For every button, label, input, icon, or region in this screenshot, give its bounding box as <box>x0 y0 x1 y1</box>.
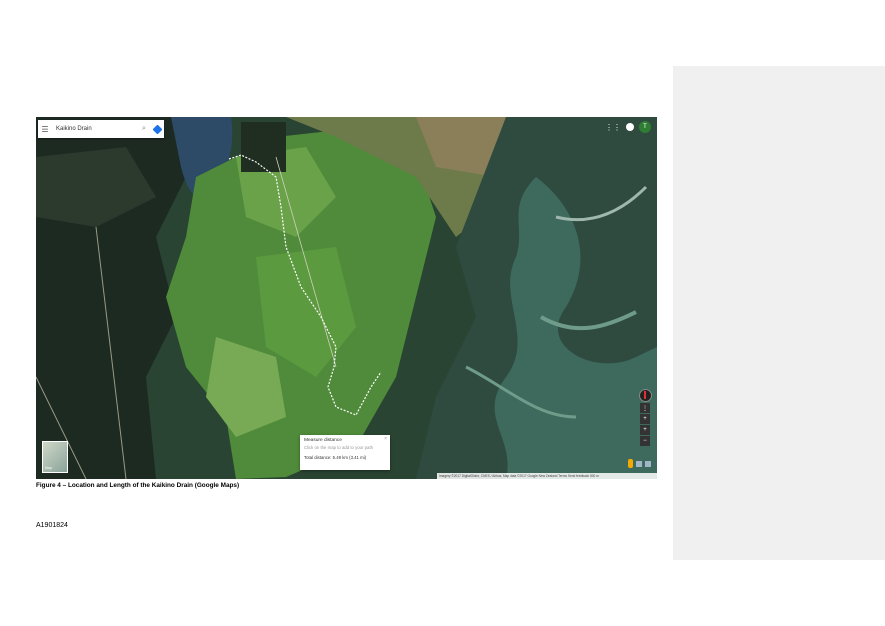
imagery-thumb-1[interactable] <box>636 460 642 467</box>
figure-caption: Figure 4 – Location and Length of the Ka… <box>36 482 240 489</box>
document-reference: A1901824 <box>36 522 68 529</box>
search-input[interactable]: Kaikino Drain <box>52 126 138 132</box>
close-icon[interactable]: × <box>384 436 387 442</box>
account-tools: ⋮⋮ T <box>605 121 651 133</box>
zoom-in-button[interactable]: + <box>640 425 650 435</box>
satellite-imagery <box>36 117 657 479</box>
notifications-icon[interactable] <box>626 123 634 131</box>
directions-button[interactable] <box>150 120 164 138</box>
map-type-toggle[interactable]: Map <box>42 441 68 473</box>
street-view-tools <box>628 459 651 468</box>
map-controls: ⋮ + + − <box>638 389 652 446</box>
measure-title: Measure distance <box>304 438 342 443</box>
avatar[interactable]: T <box>639 121 651 133</box>
menu-icon[interactable]: ☰ <box>38 125 52 134</box>
map-attribution: Imagery ©2017 DigitalGlobe, CNES / Airbu… <box>437 473 657 479</box>
map-view[interactable]: ☰ Kaikino Drain ⌕ ⋮⋮ T Map × Measure dis… <box>36 117 657 479</box>
more-icon[interactable]: ⋮ <box>640 403 650 413</box>
pegman-icon[interactable] <box>628 459 633 468</box>
map-type-label: Map <box>45 466 52 470</box>
measure-hint: Click on the map to add to your path <box>304 445 374 450</box>
search-box[interactable]: ☰ Kaikino Drain ⌕ <box>38 120 164 138</box>
measure-total: Total distance: 5.49 km (3.41 mi) <box>304 455 367 460</box>
apps-icon[interactable]: ⋮⋮ <box>605 123 621 132</box>
tilt-plus-button[interactable]: + <box>640 414 650 424</box>
imagery-thumb-2[interactable] <box>645 460 651 467</box>
measure-distance-card: × Measure distance Click on the map to a… <box>300 435 390 470</box>
side-panel <box>673 66 885 560</box>
compass-icon[interactable] <box>638 389 652 402</box>
directions-icon <box>152 124 162 134</box>
zoom-out-button[interactable]: − <box>640 436 650 446</box>
search-icon[interactable]: ⌕ <box>138 125 150 133</box>
